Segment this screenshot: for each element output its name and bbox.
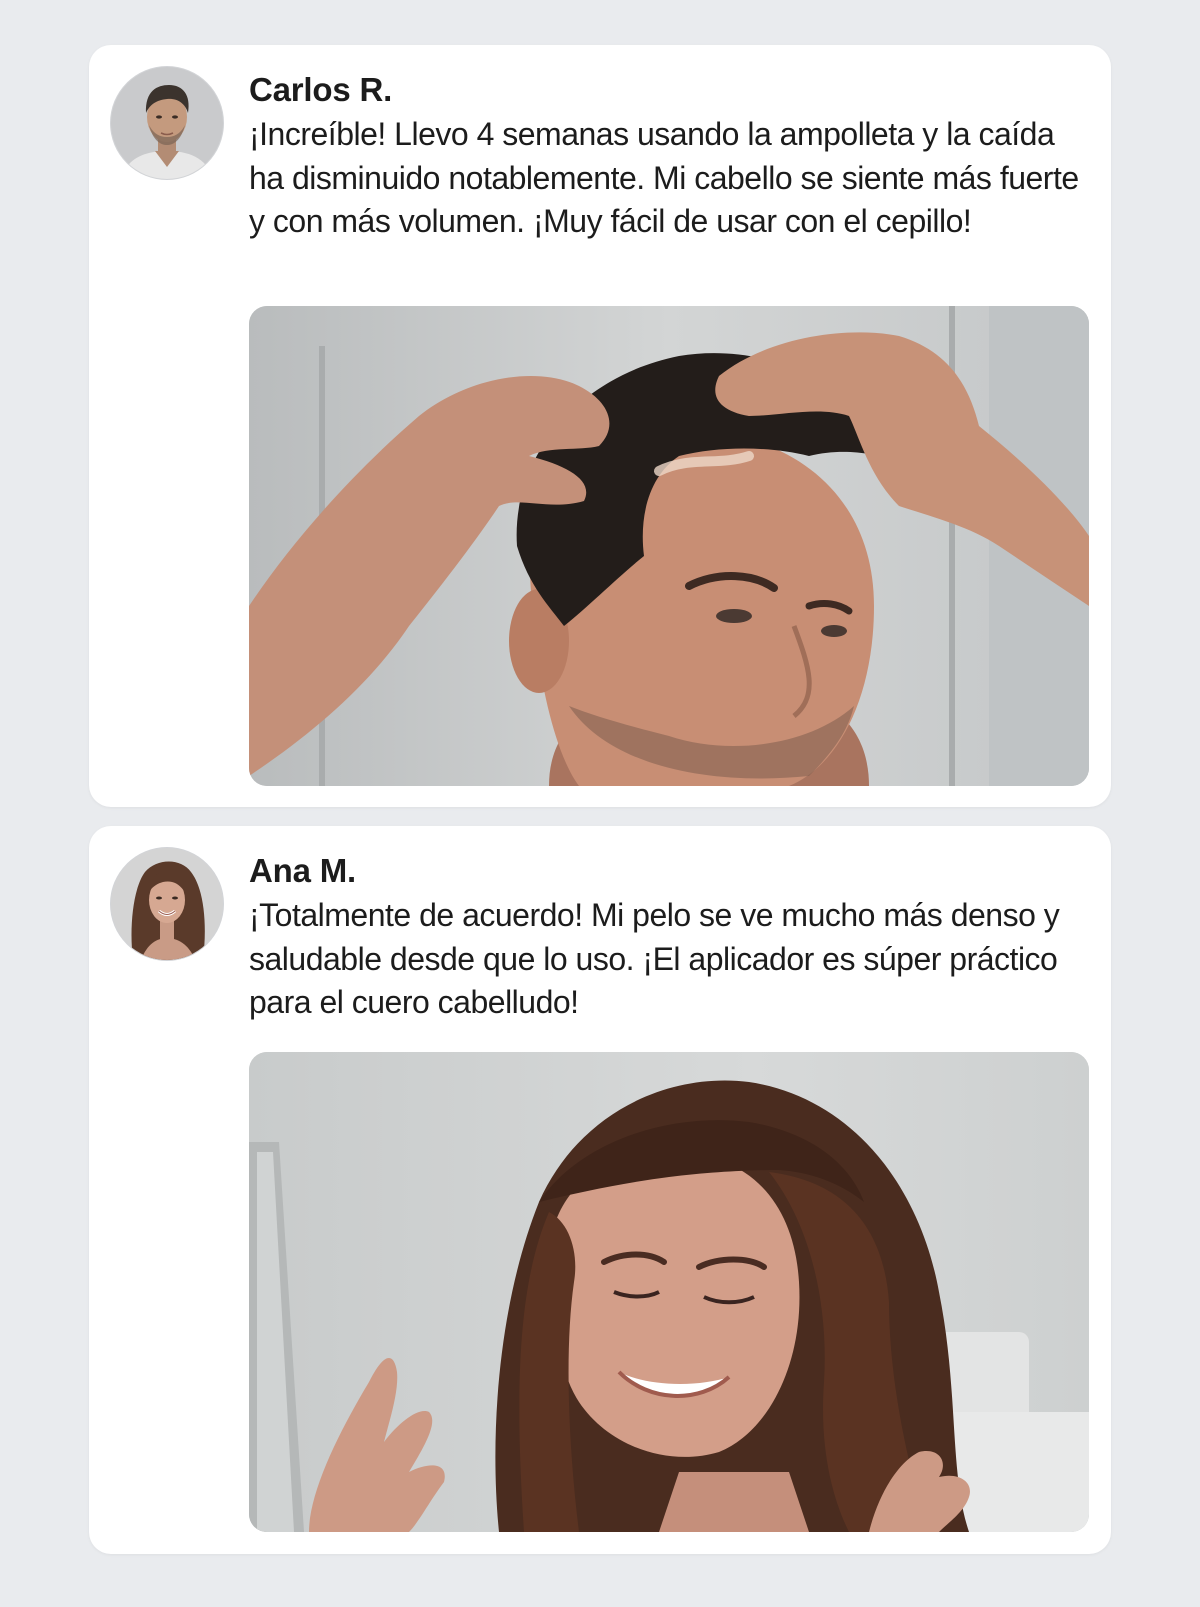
avatar[interactable] xyxy=(111,67,223,179)
comment-body: Ana M. ¡Totalmente de acuerdo! Mi pelo s… xyxy=(249,848,1094,1025)
comment-card: Ana M. ¡Totalmente de acuerdo! Mi pelo s… xyxy=(89,826,1111,1554)
comment-text: ¡Totalmente de acuerdo! Mi pelo se ve mu… xyxy=(249,897,1060,1020)
comment-author: Ana M. xyxy=(249,852,356,889)
comment-text: ¡Increíble! Llevo 4 semanas usando la am… xyxy=(249,116,1079,239)
man-applying-serum-photo-icon xyxy=(249,306,1089,786)
comment-photo[interactable] xyxy=(249,1052,1089,1532)
woman-portrait-icon xyxy=(111,848,223,960)
comment-body: Carlos R. ¡Increíble! Llevo 4 semanas us… xyxy=(249,67,1094,244)
comment-photo[interactable] xyxy=(249,306,1089,786)
man-portrait-icon xyxy=(111,67,223,179)
woman-smiling-photo-icon xyxy=(249,1052,1089,1532)
avatar[interactable] xyxy=(111,848,223,960)
comment-card: Carlos R. ¡Increíble! Llevo 4 semanas us… xyxy=(89,45,1111,807)
comment-author: Carlos R. xyxy=(249,71,393,108)
